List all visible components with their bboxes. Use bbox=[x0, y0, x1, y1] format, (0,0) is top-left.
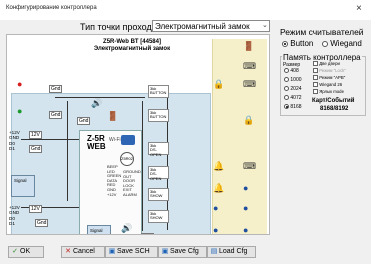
relay-block: 3kk SHOW bbox=[148, 188, 169, 201]
wiring-diagram: Z5R-Web BT [44584] Электромагнитный замо… bbox=[6, 34, 270, 235]
flag-lock-mode[interactable]: Режим "Lock" bbox=[313, 68, 346, 74]
radio-label: Wiegand bbox=[330, 39, 362, 48]
alarm-icon: 🔔 bbox=[213, 161, 225, 171]
controller-chip-icon: Z5R02 bbox=[120, 152, 134, 166]
led-icon: ● bbox=[243, 203, 249, 213]
controller-pins-left: BEEP LED GREEN DATA RED GND +12V bbox=[107, 164, 121, 197]
close-icon[interactable]: × bbox=[356, 3, 362, 14]
keypad-icon: ⌨ bbox=[243, 61, 256, 71]
flag-two-doors[interactable]: Две двери bbox=[313, 61, 340, 67]
devices-area bbox=[212, 39, 267, 234]
controller-name: Z-5R WEB bbox=[87, 135, 106, 151]
load-icon: ▤ bbox=[210, 248, 218, 255]
gnd-label: Gnd bbox=[35, 219, 49, 227]
gnd-label: Gnd bbox=[49, 111, 63, 119]
cancel-button[interactable]: ✕ Cancel bbox=[61, 246, 105, 258]
relay-block: 3kk DS-OPEN bbox=[148, 166, 169, 180]
window-title: Конфигурирование контроллера bbox=[6, 5, 97, 11]
gnd-label: Gnd bbox=[29, 145, 43, 153]
pin-label: +12V bbox=[107, 191, 117, 197]
save-cfg-button[interactable]: ▣ Save Cfg bbox=[158, 246, 207, 258]
reader-mode-title: Режим считывателей bbox=[280, 27, 364, 37]
led-icon: ● bbox=[213, 203, 219, 213]
led-icon: ● bbox=[213, 225, 219, 235]
size-option-408[interactable]: 408 bbox=[284, 68, 299, 74]
reader2-pins: +12V GND D0 D1 bbox=[9, 205, 20, 227]
size-option-4072[interactable]: 4072 bbox=[284, 95, 302, 101]
reader-icon: 🔒 bbox=[213, 79, 225, 89]
speaker-icon: 🔊 bbox=[121, 223, 133, 233]
relay-block: 3kk BUTTON bbox=[148, 109, 169, 122]
relay-block: 3kk DS-OPEN bbox=[148, 142, 169, 156]
reader1-pins: +12V GND D0 D1 bbox=[9, 130, 20, 152]
wire bbox=[21, 139, 79, 140]
v12-label: 12V bbox=[29, 205, 42, 213]
size-option-8168[interactable]: 8168 bbox=[284, 104, 302, 110]
pin-label: D1 bbox=[9, 221, 15, 227]
size-option-1000[interactable]: 1000 bbox=[284, 77, 302, 83]
wire bbox=[142, 101, 143, 231]
flag-label-mode[interactable]: Ярлык mode bbox=[313, 89, 344, 95]
title-bar: Конфигурирование контроллера × bbox=[0, 0, 371, 20]
alarm-icon: 🔔 bbox=[213, 183, 225, 193]
check-icon: ✓ bbox=[12, 248, 18, 255]
save-icon: ▣ bbox=[108, 248, 116, 255]
diagram-title: Z5R-Web BT [44584] Электромагнитный замо… bbox=[77, 39, 187, 53]
ok-button[interactable]: ✓ OK bbox=[8, 246, 44, 258]
radio-wiegand-mode[interactable]: Wiegand bbox=[322, 39, 362, 48]
led-icon: ● bbox=[243, 225, 249, 235]
passage-type-label: Тип точки прохода bbox=[80, 22, 157, 32]
controller-name-line2: WEB bbox=[87, 142, 106, 151]
flag-apb-mode[interactable]: Режим "APB" bbox=[313, 75, 345, 81]
lock-icon: 🔒 bbox=[243, 115, 255, 125]
relay-block: 3kk BUTTON bbox=[148, 85, 169, 98]
gnd-label: Gnd bbox=[77, 117, 91, 125]
cards-events-value: 8168/8192 bbox=[320, 106, 349, 112]
chevron-down-icon[interactable]: ⌄ bbox=[262, 21, 268, 29]
gnd-label: Gnd bbox=[49, 85, 63, 93]
door-exit-icon: 🚪 bbox=[243, 41, 255, 51]
wifi-icon bbox=[121, 135, 135, 145]
led-red-icon: ● bbox=[17, 79, 23, 89]
pin-label: ALARM bbox=[123, 191, 137, 197]
flag-wiegand-26[interactable]: Wiegand 26 bbox=[313, 82, 342, 88]
keypad-icon: ⌨ bbox=[243, 79, 256, 89]
diagram-lock-type: Электромагнитный замок bbox=[93, 46, 171, 52]
radio-label: Button bbox=[290, 39, 314, 48]
wire bbox=[67, 101, 68, 201]
radio-icon[interactable] bbox=[322, 40, 328, 47]
controller-pins-right: GROUND OUT DOOR LOCK EXIT ALARM bbox=[123, 169, 141, 198]
save-sch-button[interactable]: ▣ Save SCH bbox=[105, 246, 158, 258]
wifi-label: Wi-Fi bbox=[109, 137, 121, 143]
passage-type-select[interactable]: Электромагнитный замок bbox=[152, 20, 270, 32]
cards-events-label: Карт/Событий bbox=[312, 98, 355, 104]
pin-label: D1 bbox=[9, 146, 15, 152]
diagram-model: Z5R-Web BT [44584] bbox=[103, 39, 161, 45]
door-exit-icon: 🚪 bbox=[107, 111, 119, 121]
save-icon: ▣ bbox=[161, 248, 169, 255]
size-option-2024[interactable]: 2024 bbox=[284, 86, 302, 92]
close-icon: ✕ bbox=[65, 248, 71, 255]
keypad-icon: ⌨ bbox=[243, 161, 256, 171]
speaker-icon: 🔊 bbox=[91, 98, 103, 108]
gnd-label: Gnd bbox=[141, 233, 155, 234]
signal-box: Signal bbox=[87, 225, 111, 234]
load-cfg-button[interactable]: ▤ Load Cfg bbox=[207, 246, 256, 258]
radio-selected-icon[interactable] bbox=[282, 40, 288, 47]
signal-box: Signal bbox=[11, 175, 35, 197]
led-icon: ● bbox=[243, 183, 249, 193]
v12-label: 12V bbox=[29, 131, 42, 139]
relay-block: 3kk SHOW bbox=[148, 210, 169, 223]
radio-button-mode[interactable]: Button bbox=[282, 39, 313, 48]
led-green-icon: ● bbox=[17, 106, 23, 116]
